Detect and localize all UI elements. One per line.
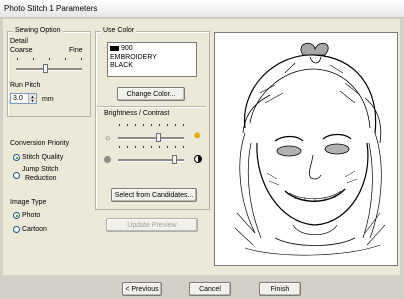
tick-mark bbox=[33, 58, 34, 60]
tick-mark bbox=[81, 58, 82, 60]
tick-mark bbox=[175, 124, 176, 126]
tick-mark bbox=[183, 124, 184, 126]
contrast-slider[interactable] bbox=[116, 146, 188, 166]
brightness-slider[interactable] bbox=[116, 124, 188, 144]
tick-mark bbox=[135, 124, 136, 126]
change-color-button[interactable]: Change Color... bbox=[117, 87, 185, 101]
tick-mark bbox=[167, 146, 168, 148]
cancel-button[interactable]: Cancel bbox=[189, 282, 231, 296]
spinner-down-button[interactable]: ▼ bbox=[28, 98, 36, 103]
tick-mark bbox=[167, 124, 168, 126]
photo-stitch-preview-image bbox=[234, 42, 386, 256]
tick-mark bbox=[151, 146, 152, 148]
color-display-box: 900 EMBROIDERY BLACK bbox=[107, 42, 197, 77]
photo-radio[interactable] bbox=[13, 212, 20, 219]
run-pitch-unit: mm bbox=[42, 96, 54, 103]
tick-mark bbox=[183, 146, 184, 148]
color-brand: EMBROIDERY bbox=[110, 54, 157, 61]
select-from-candidates-button[interactable]: Select from Candidates... bbox=[111, 188, 197, 202]
tick-mark bbox=[65, 58, 66, 60]
update-preview-button[interactable]: Update Preview bbox=[106, 218, 198, 232]
slider-track bbox=[16, 68, 82, 71]
slider-thumb[interactable] bbox=[43, 64, 49, 73]
use-color-legend: Use Color bbox=[101, 27, 137, 34]
brightness-low-icon: ☼ bbox=[104, 133, 112, 142]
conversion-priority-label: Conversion Priority bbox=[10, 140, 70, 147]
tick-mark bbox=[127, 124, 128, 126]
color-name: BLACK bbox=[110, 62, 133, 69]
tick-mark bbox=[159, 146, 160, 148]
brightness-contrast-label: Brightness / Contrast bbox=[104, 110, 170, 117]
tick-mark bbox=[119, 124, 120, 126]
tick-mark bbox=[159, 124, 160, 126]
photo-label[interactable]: Photo bbox=[22, 212, 40, 219]
tick-mark bbox=[17, 58, 18, 60]
cartoon-radio[interactable] bbox=[13, 226, 20, 233]
tick-mark bbox=[127, 146, 128, 148]
slider-thumb[interactable] bbox=[172, 155, 178, 164]
stitch-quality-radio[interactable] bbox=[13, 154, 20, 161]
tick-mark bbox=[143, 146, 144, 148]
stitch-quality-label[interactable]: Stitch Quality bbox=[22, 154, 63, 161]
color-number: 900 bbox=[121, 45, 133, 52]
cartoon-label[interactable]: Cartoon bbox=[22, 226, 47, 233]
preview-panel bbox=[214, 32, 398, 266]
image-type-label: Image Type bbox=[10, 199, 47, 206]
tick-mark bbox=[135, 146, 136, 148]
tick-mark bbox=[143, 124, 144, 126]
run-pitch-value[interactable]: 3.0 bbox=[13, 95, 23, 102]
sewing-option-legend: Sewing Option bbox=[13, 27, 63, 34]
coarse-label: Coarse bbox=[10, 47, 33, 54]
tick-mark bbox=[175, 146, 176, 148]
jump-stitch-label-line1[interactable]: Jump Stitch bbox=[22, 166, 59, 173]
color-swatch bbox=[110, 46, 119, 51]
fine-label: Fine bbox=[69, 47, 83, 54]
separator bbox=[97, 106, 206, 108]
slider-track bbox=[118, 137, 184, 140]
sun-icon: ✹ bbox=[193, 131, 202, 142]
tick-mark bbox=[151, 124, 152, 126]
tick-mark bbox=[119, 146, 120, 148]
window-title: Photo Stitch 1 Parameters bbox=[4, 4, 98, 13]
jump-stitch-label-line2[interactable]: Reduction bbox=[25, 175, 57, 182]
run-pitch-spinner[interactable]: 3.0 ▲ ▼ bbox=[10, 93, 37, 104]
title-bar: Photo Stitch 1 Parameters bbox=[0, 0, 404, 18]
run-pitch-label: Run Pitch bbox=[10, 82, 41, 89]
contrast-icon bbox=[194, 155, 202, 163]
tick-mark bbox=[49, 58, 50, 60]
previous-button[interactable]: < Previous bbox=[122, 282, 162, 296]
finish-button[interactable]: Finish bbox=[259, 282, 301, 296]
detail-label: Detail bbox=[10, 38, 28, 45]
jump-stitch-reduction-radio[interactable] bbox=[13, 172, 20, 179]
detail-slider[interactable] bbox=[14, 58, 84, 74]
contrast-low-icon bbox=[104, 156, 111, 163]
slider-thumb[interactable] bbox=[156, 133, 162, 142]
